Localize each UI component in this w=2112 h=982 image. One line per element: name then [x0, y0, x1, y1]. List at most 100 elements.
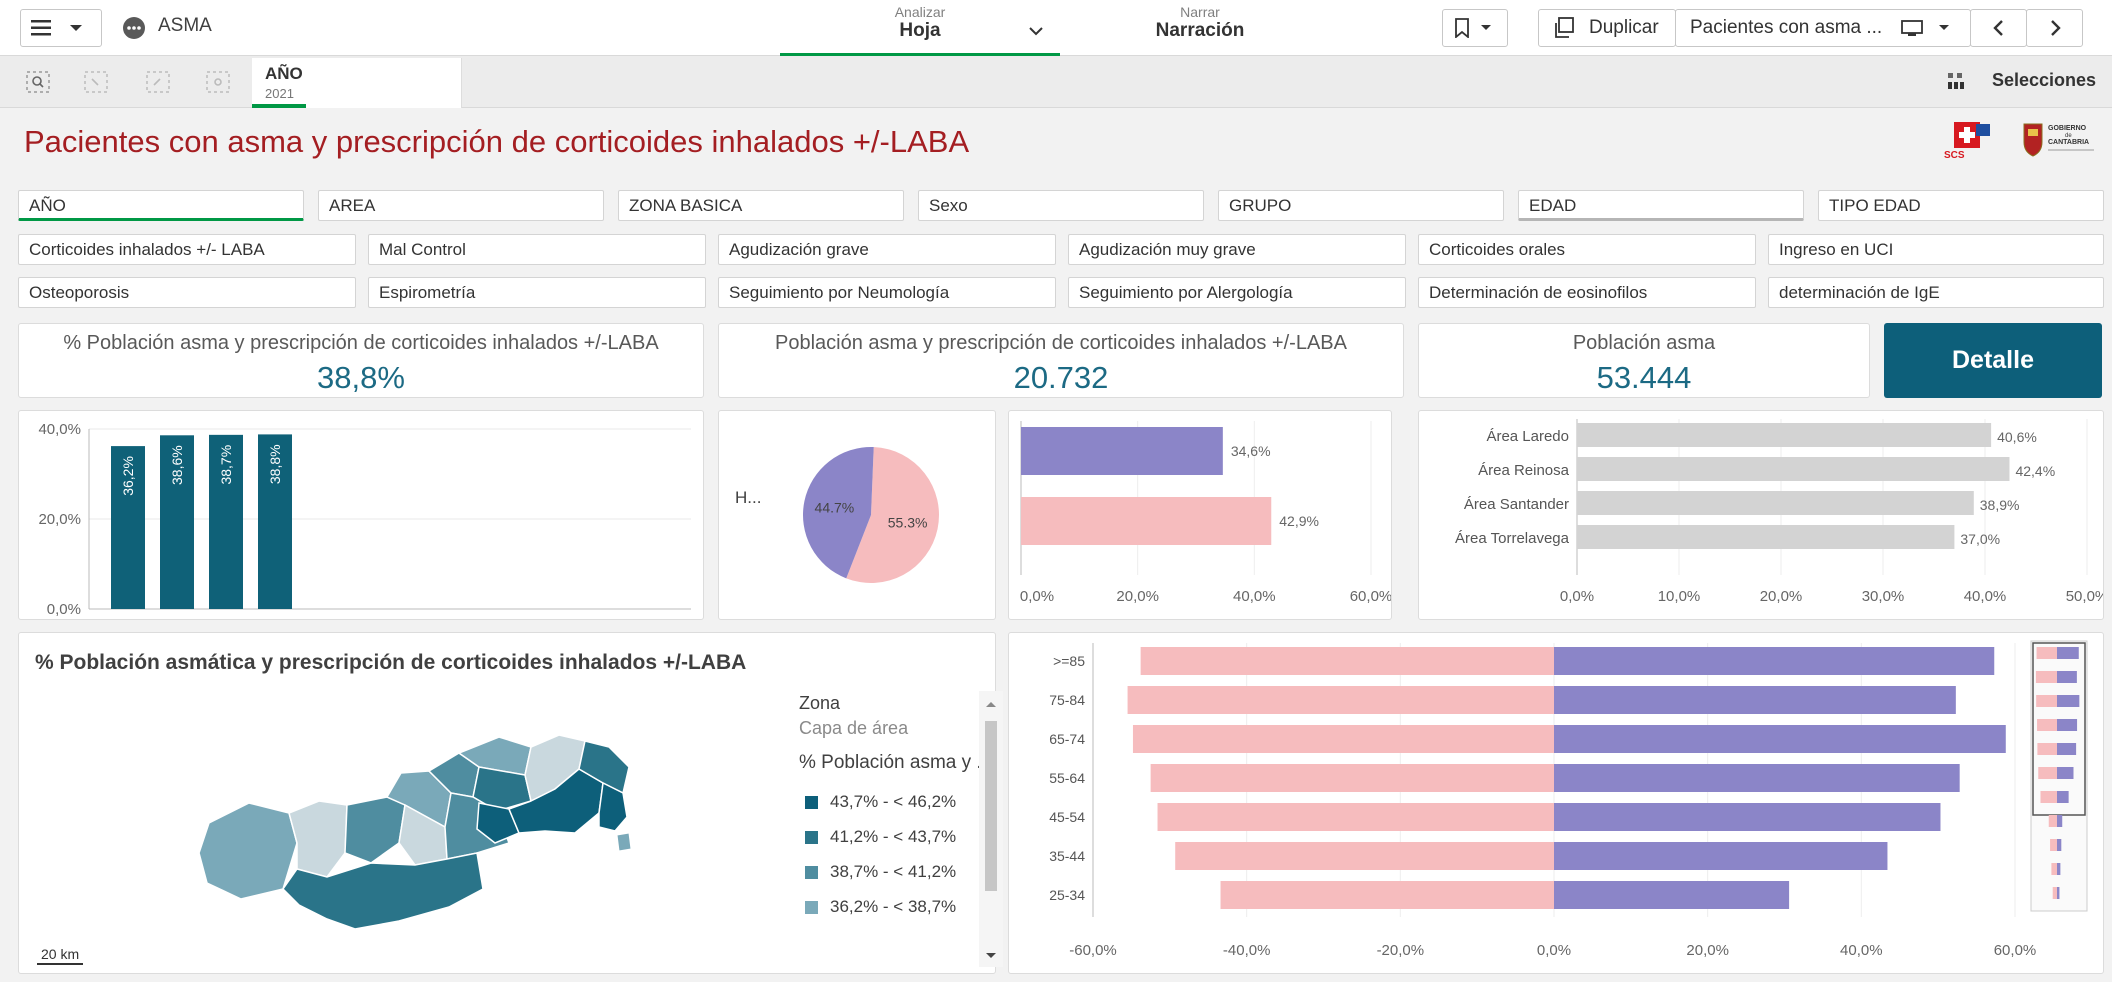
chevron-down-icon [1939, 25, 1950, 30]
filter-corticoides-inhalados[interactable]: Corticoides inhalados +/- LABA [18, 234, 356, 265]
cantabria-logo-text-3: CANTABRIA [2048, 139, 2089, 146]
filter-eosinofilos[interactable]: Determinación de eosinofilos [1418, 277, 1756, 308]
kpi-pct-population[interactable]: % Población asma y prescripción de corti… [18, 323, 704, 398]
bar-right [1554, 725, 2006, 753]
kpi-population-asthma[interactable]: Población asma 53.444 [1418, 323, 1870, 398]
legend-layer: Capa de área [799, 718, 909, 738]
bar-left [1132, 725, 1554, 753]
legend-scrollbar[interactable] [979, 691, 1003, 967]
chart-sex-pie[interactable]: 55.3% 44.7% H... [718, 410, 996, 620]
smart-search-icon[interactable] [26, 71, 50, 93]
filter-ige[interactable]: determinación de IgE [1768, 277, 2104, 308]
filter-espirometria[interactable]: Espirometría [368, 277, 706, 308]
sheet-selector[interactable]: Pacientes con asma ... [1675, 9, 1971, 47]
tab-narrate[interactable]: Narrar Narración [1100, 4, 1300, 54]
filter-area[interactable]: AREA [318, 190, 604, 221]
category-label: 25-34 [1049, 887, 1085, 903]
mini-bar-left [2051, 863, 2057, 875]
x-tick-label: 0,0% [1537, 942, 1571, 959]
bar [1577, 457, 2010, 481]
chevron-left-icon [1992, 20, 2003, 36]
chart-age-pyramid[interactable]: -60,0% -40,0% -20,0% 0,0% 20,0% 40,0% 60,0% >=8… [1008, 632, 2104, 974]
chart-sexbar-svg: 0,0% 20,0% 40,0% 60,0% 34,6% 42,9% [1020, 421, 1392, 605]
bar-label: 38,6% [169, 445, 185, 485]
filter-grupo[interactable]: GRUPO [1218, 190, 1504, 221]
selection-chip-value: 2021 [265, 86, 294, 101]
category-label: Área Laredo [1486, 428, 1569, 445]
clear-selections-icon[interactable] [206, 71, 230, 93]
pie-legend-label: H... [735, 488, 761, 507]
kpi-population-prescribed[interactable]: Población asma y prescripción de cortico… [718, 323, 1404, 398]
bar-label: 42,9% [1279, 513, 1319, 529]
filter-edad[interactable]: EDAD [1518, 190, 1804, 221]
x-tick-label: 50,0% [2066, 588, 2103, 605]
chart-pie-svg: 55.3% 44.7% H... [735, 447, 939, 583]
mini-bar-right [2057, 767, 2074, 779]
bar-right [1554, 803, 1941, 831]
kpi-label: % Población asma y prescripción de corti… [63, 332, 659, 354]
filter-seguimiento-neumologia[interactable]: Seguimiento por Neumología [718, 277, 1056, 308]
filter-mal-control[interactable]: Mal Control [368, 234, 706, 265]
scrollbar-thumb[interactable] [985, 721, 997, 891]
chart-pyramid-svg: -60,0% -40,0% -20,0% 0,0% 20,0% 40,0% 60,0% >=8… [1049, 640, 2088, 959]
filter-agudizacion-muy-grave[interactable]: Agudización muy grave [1068, 234, 1406, 265]
map-panel[interactable]: % Población asmática y prescripción de c… [18, 632, 1003, 974]
top-bar: ASMA Analizar Hoja Narrar Narración Dupl… [0, 0, 2112, 56]
mini-bar-left [2037, 743, 2057, 755]
x-tick-label: 10,0% [1658, 588, 1701, 605]
menu-button[interactable] [20, 9, 102, 47]
step-back-icon[interactable] [84, 71, 108, 93]
bar [1577, 525, 1955, 549]
mini-bar-right [2057, 863, 2061, 875]
mini-bar-right [2057, 719, 2078, 731]
detail-button[interactable]: Detalle [1884, 323, 2102, 398]
scs-logo-text: SCS [1944, 150, 1965, 160]
filter-corticoides-orales[interactable]: Corticoides orales [1418, 234, 1756, 265]
legend-item: 41,2% - < 43,7% [799, 827, 1009, 847]
bookmark-button[interactable] [1442, 9, 1508, 47]
duplicate-button[interactable]: Duplicar [1538, 9, 1676, 47]
scroll-down-icon[interactable] [984, 951, 998, 961]
filter-sexo[interactable]: Sexo [918, 190, 1204, 221]
duplicate-label: Duplicar [1589, 17, 1659, 38]
legend-swatch [805, 865, 818, 879]
mini-bar-left [2036, 695, 2057, 707]
filter-osteoporosis[interactable]: Osteoporosis [18, 277, 356, 308]
filter-seguimiento-alergologia[interactable]: Seguimiento por Alergología [1068, 277, 1406, 308]
legend-title: Zona [799, 693, 841, 713]
bar-right [1554, 764, 1960, 792]
step-forward-icon[interactable] [146, 71, 170, 93]
x-tick-label: 20,0% [1116, 588, 1159, 605]
category-label: 35-44 [1049, 848, 1085, 864]
cantabria-map[interactable] [179, 693, 639, 933]
selections-button[interactable]: Selecciones [1946, 70, 2096, 91]
chart-yearly-bars[interactable]: 40,0% 20,0% 0,0% 36,2% 38,6% 38,7% 38,8% [18, 410, 704, 620]
legend-measure: % Población asma y ... [799, 752, 993, 773]
legend-swatch [805, 830, 818, 844]
category-label: 75-84 [1049, 692, 1085, 708]
bookmark-icon [1455, 18, 1469, 38]
chart-sex-bars[interactable]: 0,0% 20,0% 40,0% 60,0% 34,6% 42,9% [1008, 410, 1392, 620]
filter-agudizacion-grave[interactable]: Agudización grave [718, 234, 1056, 265]
x-tick-label: 60,0% [1350, 588, 1391, 605]
next-sheet-button[interactable] [2026, 9, 2083, 47]
mini-bar-left [2050, 839, 2057, 851]
tab-analyze[interactable]: Analizar Hoja [780, 4, 1060, 56]
slice-label: 44.7% [815, 499, 855, 515]
x-tick-label: -20,0% [1377, 942, 1425, 959]
filter-year[interactable]: AÑO [18, 190, 304, 221]
chart-area-bars[interactable]: 0,0% 10,0% 20,0% 30,0% 40,0% 50,0% Área Laredo… [1418, 410, 2108, 620]
y-tick-label: 40,0% [38, 421, 81, 438]
x-tick-label: 40,0% [1964, 588, 2007, 605]
cantabria-logo-text-1: GOBIERNO [2048, 125, 2087, 132]
mini-bar-right [2057, 887, 2060, 899]
previous-sheet-button[interactable] [1970, 9, 2027, 47]
bar-left [1175, 842, 1554, 870]
filter-ingreso-uci[interactable]: Ingreso en UCI [1768, 234, 2104, 265]
filter-tipo-edad[interactable]: TIPO EDAD [1818, 190, 2104, 221]
map-zone [288, 800, 348, 878]
scroll-up-icon[interactable] [984, 699, 998, 709]
kpi-label: Población asma y prescripción de cortico… [775, 332, 1347, 354]
filter-zona-basica[interactable]: ZONA BASICA [618, 190, 904, 221]
selection-chip-year[interactable]: AÑO 2021 [252, 58, 462, 108]
